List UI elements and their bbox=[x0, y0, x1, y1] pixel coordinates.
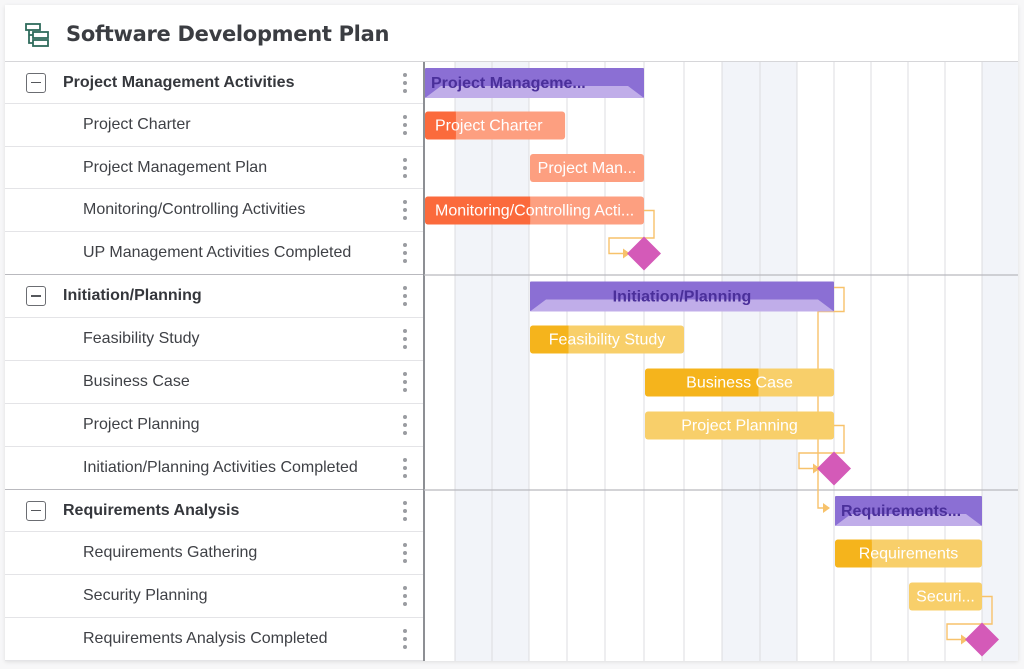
group-row[interactable]: Requirements Analysis bbox=[5, 490, 424, 532]
gantt-header: Software Development Plan bbox=[5, 5, 1018, 62]
shaded-column bbox=[722, 62, 760, 661]
task-row[interactable]: Requirements Analysis Completed bbox=[5, 618, 424, 661]
row-label: UP Management Activities Completed bbox=[83, 244, 352, 261]
milestone-marker[interactable] bbox=[627, 236, 661, 271]
row-label: Project Management Activities bbox=[63, 73, 295, 91]
task-bar-label: Business Case bbox=[686, 375, 793, 392]
task-bar-label: Feasibility Study bbox=[549, 332, 666, 349]
more-options-icon[interactable] bbox=[402, 457, 408, 479]
more-options-icon[interactable] bbox=[402, 542, 408, 564]
more-options-icon[interactable] bbox=[402, 628, 408, 650]
row-label: Project Charter bbox=[83, 116, 191, 133]
more-options-icon[interactable] bbox=[402, 114, 408, 136]
gantt-svg: Project Manageme... Project Charter Projec… bbox=[424, 62, 1018, 661]
group-row[interactable]: Project Management Activities bbox=[5, 62, 424, 104]
task-row[interactable]: Requirements Gathering bbox=[5, 532, 424, 575]
more-options-icon[interactable] bbox=[402, 285, 408, 307]
summary-bar-label: Requirements... bbox=[841, 503, 961, 520]
task-row[interactable]: Initiation/Planning Activities Completed bbox=[5, 447, 424, 490]
summary-bar-label: Project Manageme... bbox=[431, 75, 586, 92]
row-label: Project Management Plan bbox=[83, 158, 268, 176]
shaded-column bbox=[455, 62, 492, 661]
task-row[interactable]: Business Case bbox=[5, 361, 424, 404]
shaded-column bbox=[492, 62, 529, 661]
more-options-icon[interactable] bbox=[402, 199, 408, 221]
more-options-icon[interactable] bbox=[402, 585, 408, 607]
row-label: Requirements Analysis bbox=[63, 501, 240, 519]
task-row[interactable]: Monitoring/Controlling Activities bbox=[5, 189, 424, 232]
row-label: Project Planning bbox=[83, 416, 200, 433]
shaded-column bbox=[760, 62, 797, 661]
more-options-icon[interactable] bbox=[402, 500, 408, 522]
more-options-icon[interactable] bbox=[402, 328, 408, 350]
row-label: Security Planning bbox=[83, 587, 208, 604]
row-label: Monitoring/Controlling Activities bbox=[83, 201, 306, 218]
row-label: Feasibility Study bbox=[83, 330, 200, 347]
task-list: Project Management Activities Project Cha… bbox=[5, 62, 424, 661]
more-options-icon[interactable] bbox=[402, 371, 408, 393]
collapse-icon[interactable] bbox=[26, 500, 46, 521]
task-row[interactable]: UP Management Activities Completed bbox=[5, 232, 424, 275]
task-bar-label: Securi... bbox=[916, 589, 975, 606]
shaded-column bbox=[982, 62, 1018, 661]
task-row[interactable]: Project Planning bbox=[5, 404, 424, 447]
milestone-marker[interactable] bbox=[817, 451, 851, 486]
task-bar-label: Monitoring/Controlling Acti... bbox=[435, 203, 634, 220]
collapse-icon[interactable] bbox=[26, 72, 46, 93]
gantt-chart: Project Manageme... Project Charter Projec… bbox=[424, 62, 1018, 661]
collapse-icon[interactable] bbox=[26, 286, 46, 306]
page-title: Software Development Plan bbox=[66, 22, 390, 46]
more-options-icon[interactable] bbox=[402, 72, 408, 94]
more-options-icon[interactable] bbox=[402, 242, 408, 264]
task-row[interactable]: Security Planning bbox=[5, 575, 424, 618]
row-label: Business Case bbox=[83, 373, 190, 390]
row-label: Initiation/Planning bbox=[63, 287, 202, 304]
task-row[interactable]: Project Management Plan bbox=[5, 147, 424, 189]
summary-bar-label: Initiation/Planning bbox=[613, 289, 752, 306]
task-bar-label: Project Man... bbox=[538, 160, 637, 177]
row-label: Requirements Gathering bbox=[83, 544, 258, 561]
group-row[interactable]: Initiation/Planning bbox=[5, 275, 424, 318]
task-bar-label: Project Planning bbox=[681, 418, 798, 435]
dependency-arrow-icon bbox=[823, 503, 830, 513]
task-bar-label: Project Charter bbox=[435, 118, 543, 135]
task-row[interactable]: Feasibility Study bbox=[5, 318, 424, 361]
more-options-icon[interactable] bbox=[402, 414, 408, 436]
row-label: Initiation/Planning Activities Completed bbox=[83, 459, 358, 476]
row-label: Requirements Analysis Completed bbox=[83, 630, 328, 647]
gantt-hierarchy-icon bbox=[25, 23, 49, 47]
task-bar-label: Requirements bbox=[859, 546, 959, 563]
task-row[interactable]: Project Charter bbox=[5, 104, 424, 147]
gantt-card: Software Development Plan Project Manage… bbox=[5, 5, 1018, 661]
more-options-icon[interactable] bbox=[402, 157, 408, 179]
